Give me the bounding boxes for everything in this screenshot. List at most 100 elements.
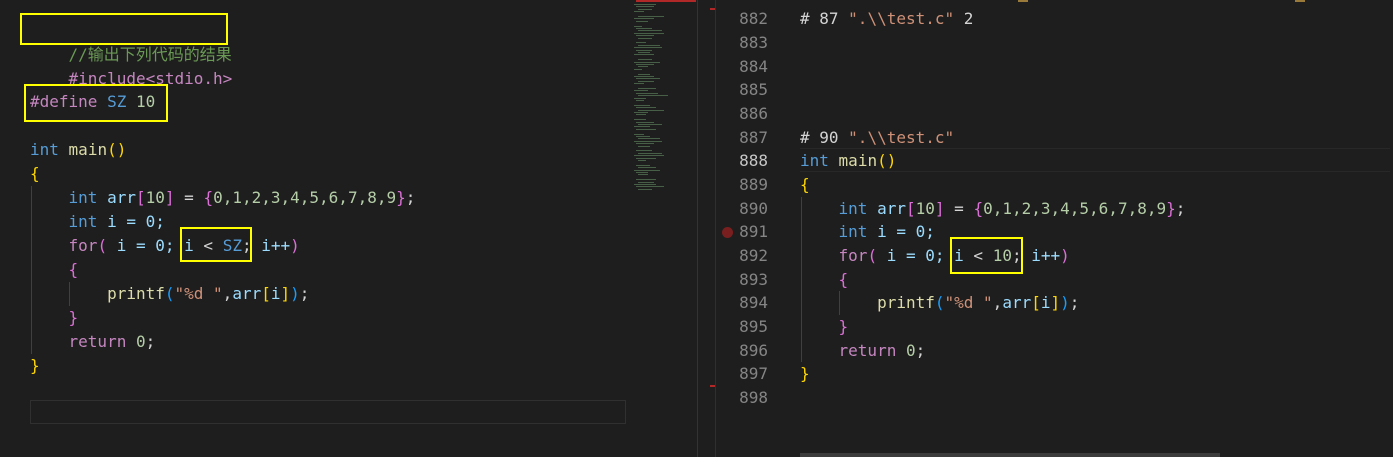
line-directive-file: ".\\test.c" bbox=[848, 9, 955, 28]
minimap-line bbox=[636, 128, 656, 130]
for-close-brace: } bbox=[68, 308, 79, 327]
minimap-line bbox=[638, 174, 648, 176]
minimap-line bbox=[636, 20, 648, 22]
i-type: int bbox=[838, 222, 868, 241]
highlight-box-comment bbox=[20, 13, 228, 45]
minimap-line bbox=[636, 157, 656, 159]
code-line-887[interactable]: # 90 ".\\test.c" bbox=[800, 126, 954, 150]
line-number: 885 bbox=[739, 80, 768, 99]
minimap-line bbox=[634, 61, 660, 63]
arr-type: int bbox=[838, 199, 868, 218]
return-value: 0 bbox=[905, 341, 916, 360]
code-line-891[interactable]: int i = 0; bbox=[800, 220, 935, 244]
code-line-889[interactable]: { bbox=[800, 173, 810, 197]
minimap-line bbox=[638, 145, 650, 147]
line-number: 886 bbox=[739, 104, 768, 123]
minimap-line bbox=[634, 4, 656, 5]
minimap-marker bbox=[636, 0, 696, 2]
main-function-name: main bbox=[838, 151, 878, 170]
minimap-line bbox=[638, 95, 668, 97]
breakpoint-icon[interactable] bbox=[722, 227, 733, 238]
minimap-line bbox=[634, 184, 656, 185]
code-line-894[interactable]: printf("%d ",arr[i]); bbox=[800, 291, 1079, 315]
code-line-for[interactable]: for( i = 0; i < SZ; i++) bbox=[30, 234, 300, 258]
minimap-line bbox=[634, 133, 644, 135]
highlight-box-expanded-condition bbox=[950, 237, 1023, 274]
line-number: 894 bbox=[739, 293, 768, 312]
pane-divider[interactable] bbox=[697, 0, 698, 457]
line-number: 882 bbox=[739, 9, 768, 28]
line-directive-flag: 2 bbox=[954, 9, 974, 28]
printf-format: "%d " bbox=[944, 293, 993, 312]
minimap-line bbox=[634, 18, 654, 20]
minimap-line bbox=[636, 100, 644, 101]
horizontal-scrollbar[interactable] bbox=[800, 453, 1220, 457]
minimap-line bbox=[638, 37, 652, 39]
code-line-882[interactable]: # 87 ".\\test.c" 2 bbox=[800, 7, 973, 31]
code-line-893[interactable]: { bbox=[800, 268, 849, 292]
code-line-inner-open[interactable]: { bbox=[30, 258, 79, 282]
minimap-line bbox=[636, 164, 650, 166]
line-number: 895 bbox=[739, 317, 768, 336]
main-close-brace: } bbox=[30, 356, 40, 375]
indent-guide bbox=[839, 291, 840, 315]
minimap-line bbox=[636, 136, 650, 137]
minimap-line bbox=[634, 169, 660, 171]
indent-guide bbox=[801, 197, 802, 362]
highlight-box-condition bbox=[180, 227, 252, 262]
minimap-line bbox=[638, 80, 654, 82]
main-open-brace: { bbox=[30, 164, 40, 183]
printf-index: i bbox=[1040, 293, 1051, 312]
minimap-line bbox=[638, 16, 664, 17]
minimap-line bbox=[636, 78, 660, 80]
minimap-line bbox=[638, 73, 650, 75]
arr-name: arr bbox=[107, 188, 136, 207]
line-number: 898 bbox=[739, 388, 768, 407]
minimap-line bbox=[634, 25, 642, 27]
for-init: i = 0; bbox=[107, 236, 185, 255]
code-line-include[interactable]: #include<stdio.h> bbox=[30, 43, 233, 88]
line-number: 889 bbox=[739, 175, 768, 194]
main-return-type: int bbox=[800, 151, 829, 170]
minimap-line bbox=[636, 143, 654, 145]
minimap-line bbox=[634, 104, 650, 106]
for-incr: i++ bbox=[251, 236, 291, 255]
code-line-895[interactable]: } bbox=[800, 315, 849, 339]
indent-guide bbox=[69, 282, 70, 306]
code-line-890[interactable]: int arr[10] = {0,1,2,3,4,5,6,7,8,9}; bbox=[800, 197, 1186, 221]
code-line-897[interactable]: } bbox=[800, 362, 810, 386]
code-line-arr-decl[interactable]: int arr[10] = {0,1,2,3,4,5,6,7,8,9}; bbox=[30, 186, 416, 210]
minimap-line bbox=[634, 32, 664, 34]
code-line-main[interactable]: int main() bbox=[30, 138, 126, 162]
code-line-close-brace[interactable]: } bbox=[30, 354, 40, 378]
vertical-scrollbar[interactable] bbox=[700, 0, 714, 457]
code-line-888[interactable]: int main() bbox=[800, 149, 896, 173]
return-value: 0 bbox=[135, 332, 146, 351]
code-line-printf[interactable]: printf("%d ",arr[i]); bbox=[30, 282, 309, 306]
for-incr: i++ bbox=[1021, 246, 1061, 265]
for-open-brace: { bbox=[68, 260, 79, 279]
code-line-open-brace[interactable]: { bbox=[30, 162, 40, 186]
line-number: 890 bbox=[739, 199, 768, 218]
return-keyword: return bbox=[68, 332, 127, 351]
minimap-line bbox=[634, 76, 654, 77]
minimap-line bbox=[636, 114, 646, 116]
minimap-line bbox=[638, 8, 652, 10]
minimap-line bbox=[634, 54, 654, 56]
code-line-896[interactable]: return 0; bbox=[800, 339, 926, 363]
minimap-line bbox=[634, 90, 648, 92]
code-line-inner-close[interactable]: } bbox=[30, 306, 79, 330]
minimap-line bbox=[636, 172, 648, 173]
return-keyword: return bbox=[838, 341, 897, 360]
code-line-892[interactable]: for( i = 0; i < 10; i++) bbox=[800, 244, 1070, 268]
code-line-i-decl[interactable]: int i = 0; bbox=[30, 210, 165, 234]
arr-type: int bbox=[68, 188, 98, 207]
minimap-line bbox=[638, 138, 660, 140]
code-line-return[interactable]: return 0; bbox=[30, 330, 156, 354]
main-close-brace: } bbox=[800, 364, 810, 383]
line-number: 893 bbox=[739, 270, 768, 289]
minimap-line bbox=[634, 155, 664, 157]
main-return-type: int bbox=[30, 140, 59, 159]
minimap-line bbox=[636, 186, 664, 188]
line-number: 884 bbox=[739, 57, 768, 76]
